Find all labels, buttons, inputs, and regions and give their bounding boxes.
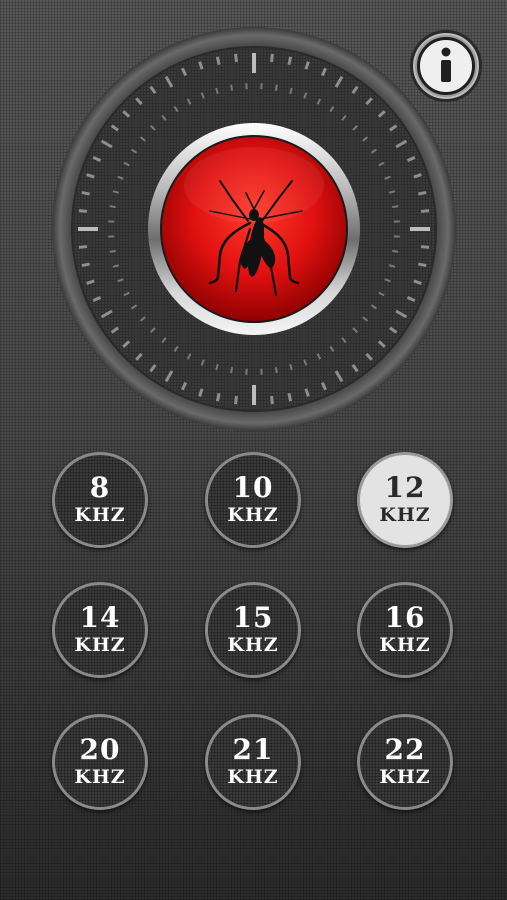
dial-tick — [234, 395, 238, 405]
freq-button-8khz[interactable]: 8 KHZ — [52, 452, 148, 548]
dial-tick — [392, 249, 399, 253]
dial-tick — [215, 393, 221, 402]
freq-button-15khz[interactable]: 15 KHZ — [205, 582, 301, 678]
repeller-button[interactable] — [148, 123, 360, 335]
freq-button-20khz[interactable]: 20 KHZ — [52, 714, 148, 810]
dial-tick — [270, 53, 274, 63]
dial-tick — [109, 249, 116, 253]
freq-value: 15 — [232, 601, 274, 634]
freq-value: 8 — [89, 471, 111, 504]
freq-value: 14 — [79, 601, 121, 634]
freq-value: 22 — [384, 733, 426, 766]
dial-tick — [78, 245, 88, 249]
dial-tick — [215, 56, 221, 65]
dial-tick — [274, 367, 278, 374]
dial-tick — [78, 209, 88, 213]
freq-unit: KHZ — [227, 504, 279, 526]
freq-unit: KHZ — [227, 634, 279, 656]
freq-button-12khz[interactable]: 12 KHZ — [357, 452, 453, 548]
freq-button-14khz[interactable]: 14 KHZ — [52, 582, 148, 678]
frequency-dial — [50, 25, 458, 433]
dial-tick — [287, 56, 293, 65]
freq-value: 21 — [232, 733, 274, 766]
freq-unit: KHZ — [74, 504, 126, 526]
dial-tick — [420, 209, 430, 213]
freq-unit: KHZ — [74, 766, 126, 788]
dial-tick — [81, 262, 90, 268]
dial-tick — [420, 245, 430, 249]
dial-tick — [230, 367, 234, 374]
freq-unit: KHZ — [379, 504, 431, 526]
freq-unit: KHZ — [379, 766, 431, 788]
freq-value: 20 — [79, 733, 121, 766]
dial-tick — [270, 395, 274, 405]
freq-button-21khz[interactable]: 21 KHZ — [205, 714, 301, 810]
dial-tick — [234, 53, 238, 63]
freq-value: 12 — [384, 471, 426, 504]
dial-tick — [109, 205, 116, 209]
dial-tick — [230, 84, 234, 91]
dial-tick — [418, 190, 427, 196]
freq-button-16khz[interactable]: 16 KHZ — [357, 582, 453, 678]
freq-button-22khz[interactable]: 22 KHZ — [357, 714, 453, 810]
dial-tick — [392, 205, 399, 209]
dial-tick — [287, 393, 293, 402]
dial-tick — [418, 262, 427, 268]
freq-value: 16 — [384, 601, 426, 634]
freq-button-10khz[interactable]: 10 KHZ — [205, 452, 301, 548]
freq-value: 10 — [232, 471, 274, 504]
dial-tick — [81, 190, 90, 196]
freq-unit: KHZ — [379, 634, 431, 656]
dial-tick — [274, 84, 278, 91]
freq-unit: KHZ — [74, 634, 126, 656]
freq-unit: KHZ — [227, 766, 279, 788]
